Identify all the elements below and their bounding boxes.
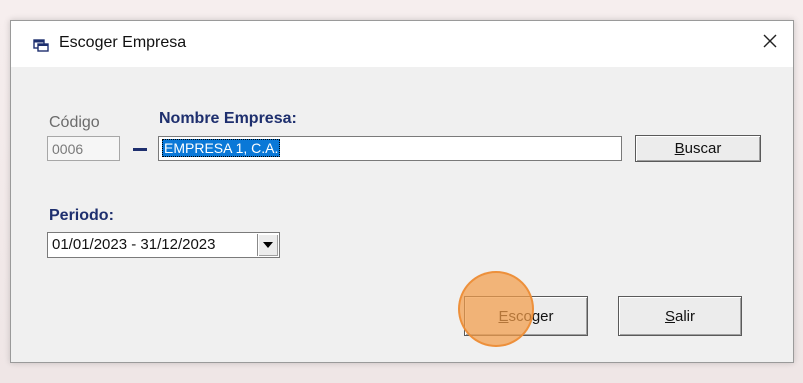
escoger-empresa-dialog: Escoger Empresa Código Nombre Empresa: 0… bbox=[10, 20, 794, 363]
codigo-value: 0006 bbox=[52, 141, 84, 157]
buscar-mnemonic: B bbox=[674, 140, 685, 157]
codigo-field[interactable]: 0006 bbox=[47, 136, 120, 161]
window-app-icon bbox=[33, 38, 49, 52]
nombre-empresa-label: Nombre Empresa: bbox=[159, 110, 297, 127]
chevron-down-icon bbox=[263, 242, 273, 248]
escoger-mnemonic: E bbox=[498, 307, 509, 325]
salir-button[interactable]: Salir bbox=[618, 296, 742, 336]
codigo-label: Código bbox=[49, 114, 100, 131]
periodo-value: 01/01/2023 - 31/12/2023 bbox=[52, 236, 216, 253]
nombre-empresa-value: EMPRESA 1, C.A. bbox=[162, 139, 281, 157]
window-title: Escoger Empresa bbox=[59, 34, 187, 51]
periodo-dropdown-button[interactable] bbox=[257, 234, 278, 256]
periodo-select[interactable]: 01/01/2023 - 31/12/2023 bbox=[47, 232, 280, 258]
escoger-button[interactable]: Escoger bbox=[464, 296, 588, 336]
close-icon bbox=[763, 34, 777, 48]
buscar-label-rest: uscar bbox=[684, 140, 722, 157]
separator-dash bbox=[133, 148, 147, 151]
salir-label-rest: alir bbox=[675, 307, 696, 325]
nombre-empresa-field[interactable]: EMPRESA 1, C.A. bbox=[158, 136, 622, 161]
salir-mnemonic: S bbox=[664, 307, 675, 325]
title-bar: Escoger Empresa bbox=[11, 21, 793, 67]
buscar-button[interactable]: Buscar bbox=[635, 135, 761, 162]
periodo-label: Periodo: bbox=[49, 207, 114, 224]
escoger-label-rest: scoger bbox=[508, 307, 554, 325]
close-button[interactable] bbox=[747, 21, 793, 61]
